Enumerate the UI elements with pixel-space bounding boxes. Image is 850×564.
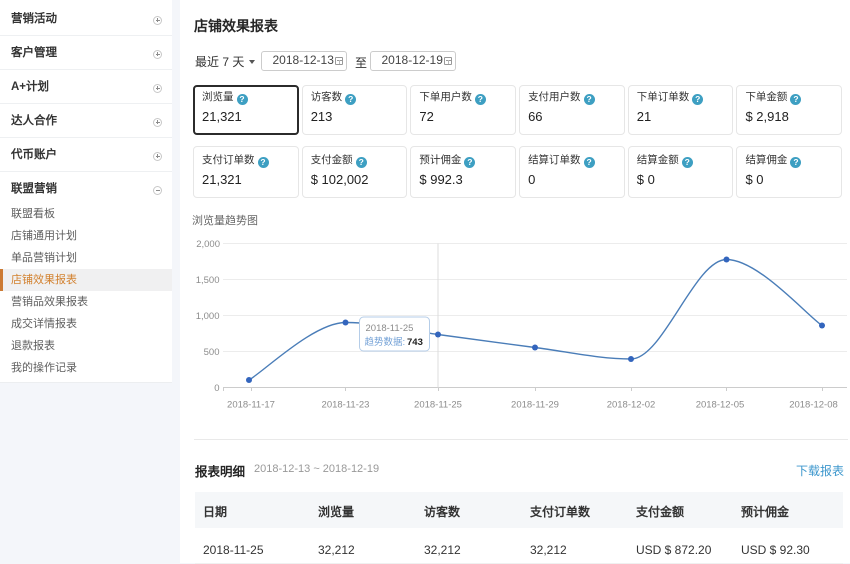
svg-text:2018-11-25: 2018-11-25: [366, 323, 414, 334]
svg-text:2018-12-02: 2018-12-02: [607, 400, 656, 411]
svg-text:1,000: 1,000: [196, 311, 220, 322]
svg-text:1,500: 1,500: [196, 275, 220, 286]
svg-text:2018-12-05: 2018-12-05: [696, 400, 745, 411]
svg-text:2018-11-23: 2018-11-23: [322, 400, 370, 411]
svg-text:2,000: 2,000: [196, 239, 220, 250]
svg-text:743: 743: [407, 337, 423, 348]
svg-text:0: 0: [214, 383, 219, 394]
svg-text:500: 500: [204, 347, 220, 358]
svg-text:2018-11-17: 2018-11-17: [227, 400, 275, 411]
svg-text:趋势数据:: 趋势数据:: [365, 336, 406, 348]
svg-text:2018-11-29: 2018-11-29: [511, 400, 559, 411]
svg-text:2018-12-08: 2018-12-08: [789, 400, 838, 411]
svg-text:2018-11-25: 2018-11-25: [414, 400, 462, 411]
